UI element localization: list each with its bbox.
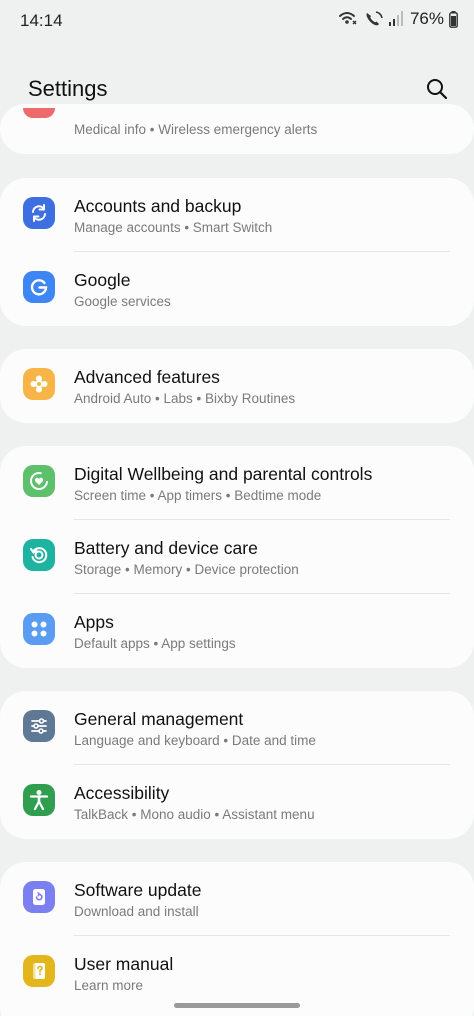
volte-call-icon [364, 10, 384, 28]
settings-item-user-manual[interactable]: User manual Learn more [0, 936, 474, 1010]
signal-icon [388, 11, 403, 27]
settings-item-subtitle: Manage accounts • Smart Switch [74, 220, 273, 235]
settings-item-title: Battery and device care [74, 538, 258, 558]
google-icon [23, 271, 55, 303]
settings-item-title: Google [74, 270, 131, 290]
settings-item-subtitle: Android Auto • Labs • Bixby Routines [74, 391, 296, 406]
settings-item-subtitle: TalkBack • Mono audio • Assistant menu [74, 807, 315, 822]
settings-item-title: Accounts and backup [74, 196, 242, 216]
sliders-icon [23, 710, 55, 742]
settings-item-subtitle: Language and keyboard • Date and time [74, 733, 316, 748]
settings-item-subtitle: Storage • Memory • Device protection [74, 562, 299, 577]
settings-item-accounts-and-backup[interactable]: Accounts and backup Manage accounts • Sm… [0, 178, 474, 252]
settings-item-battery-and-device-care[interactable]: Battery and device care Storage • Memory… [0, 520, 474, 594]
settings-group-advanced: Advanced features Android Auto • Labs • … [0, 349, 474, 423]
settings-item-title: Software update [74, 880, 202, 900]
settings-item-title: Accessibility [74, 783, 170, 803]
status-icons: 76% [338, 9, 458, 29]
settings-item-subtitle: Download and install [74, 904, 199, 919]
settings-item-apps[interactable]: Apps Default apps • App settings [0, 594, 474, 668]
settings-item-title: User manual [74, 954, 174, 974]
status-time: 14:14 [20, 11, 63, 30]
status-bar: 14:14 76% [0, 0, 474, 40]
battery-icon [449, 10, 458, 28]
settings-item-software-update[interactable]: Software update Download and install [0, 862, 474, 936]
accessibility-icon [23, 784, 55, 816]
settings-item-advanced-features[interactable]: Advanced features Android Auto • Labs • … [0, 349, 474, 423]
settings-screen: 14:14 76% Settings Medical info • Wirele… [0, 0, 474, 1016]
battery-percent: 76% [409, 9, 444, 28]
settings-item-subtitle: Screen time • App timers • Bedtime mode [74, 488, 322, 503]
settings-item-title: General management [74, 709, 244, 729]
settings-group-accounts: Accounts and backup Manage accounts • Sm… [0, 178, 474, 326]
settings-item-title: Digital Wellbeing and parental controls [74, 464, 373, 484]
wellbeing-icon [23, 465, 55, 497]
settings-item-accessibility[interactable]: Accessibility TalkBack • Mono audio • As… [0, 765, 474, 839]
settings-group-device: Digital Wellbeing and parental controls … [0, 446, 474, 668]
sync-icon [23, 197, 55, 229]
user-manual-icon [23, 955, 55, 987]
settings-group-safety: Medical info • Wireless emergency alerts [0, 104, 474, 154]
page-title: Settings [28, 76, 108, 101]
settings-item-general-management[interactable]: General management Language and keyboard… [0, 691, 474, 765]
settings-item-subtitle: Default apps • App settings [74, 636, 236, 651]
settings-item-google[interactable]: Google Google services [0, 252, 474, 326]
apps-icon [23, 613, 55, 645]
search-icon [427, 79, 448, 100]
settings-group-management: General management Language and keyboard… [0, 691, 474, 839]
settings-item-subtitle: Medical info • Wireless emergency alerts [74, 122, 318, 137]
device-care-icon [23, 539, 55, 571]
safety-emergency-icon [23, 108, 55, 118]
settings-item-title: Advanced features [74, 367, 220, 387]
wifi-calling-icon [338, 10, 359, 28]
settings-item-safety-emergency[interactable]: Medical info • Wireless emergency alerts [0, 104, 474, 154]
search-button[interactable] [422, 74, 452, 104]
settings-item-digital-wellbeing[interactable]: Digital Wellbeing and parental controls … [0, 446, 474, 520]
advanced-features-icon [23, 368, 55, 400]
settings-item-subtitle: Learn more [74, 978, 144, 993]
home-indicator[interactable] [174, 1003, 300, 1008]
software-update-icon [23, 881, 55, 913]
settings-item-title: Apps [74, 612, 114, 632]
settings-group-support: Software update Download and install Use… [0, 862, 474, 1016]
settings-item-subtitle: Google services [74, 294, 171, 309]
